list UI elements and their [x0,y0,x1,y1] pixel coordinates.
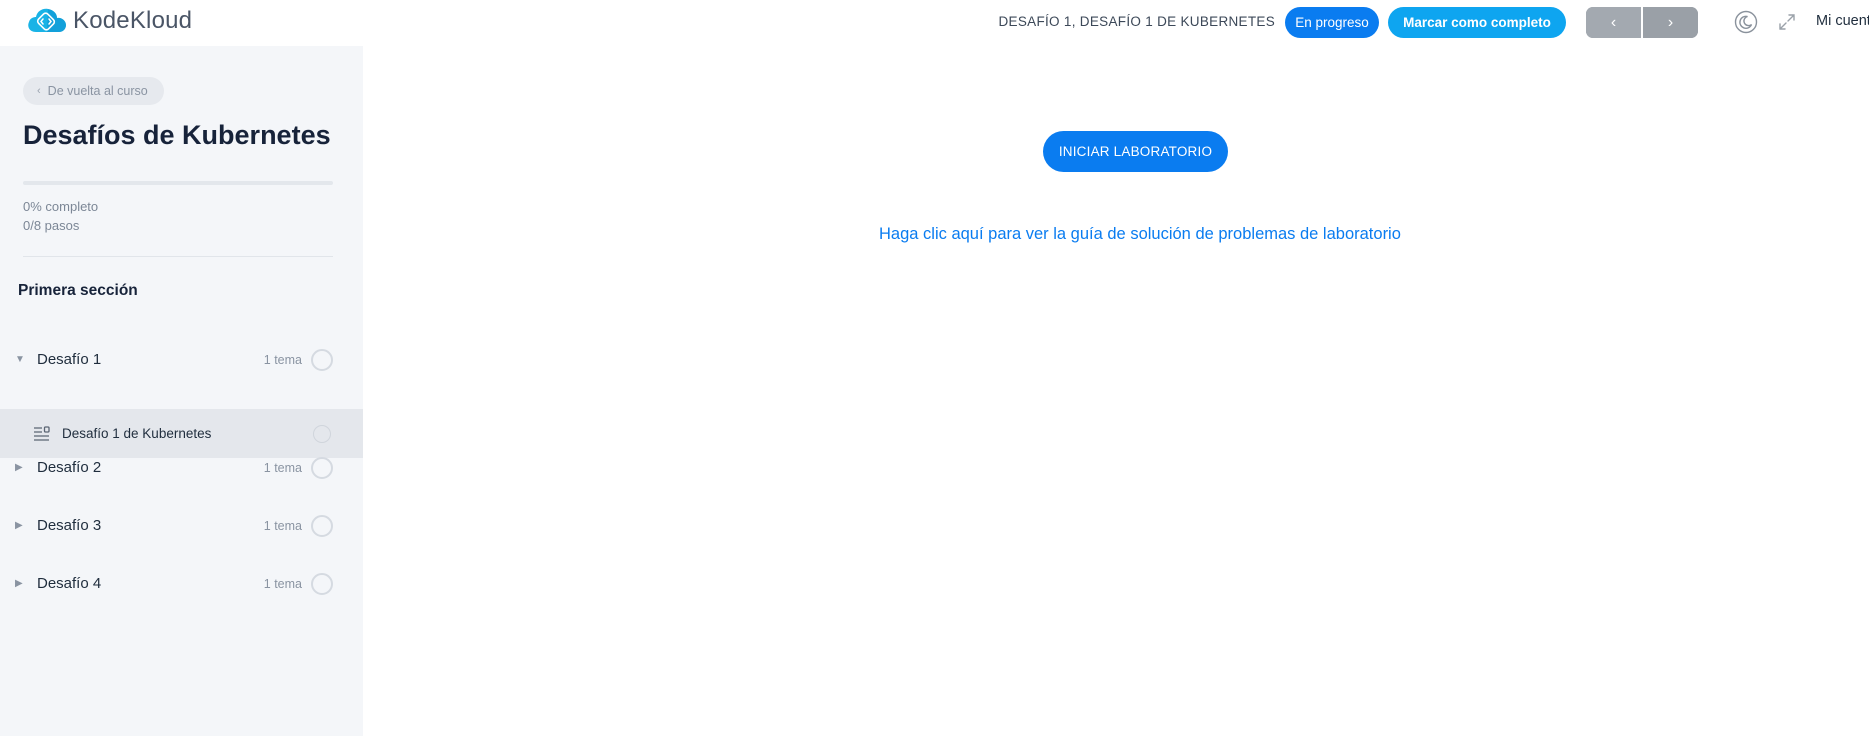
previous-lesson-button[interactable]: ‹ [1586,7,1641,38]
cloud-code-logo-icon [28,8,66,32]
lesson-navigation: ‹ › [1586,7,1698,38]
lesson-status-circle-icon[interactable] [311,348,333,371]
lesson-status-circle-icon[interactable] [311,514,333,537]
lesson-status-circle-icon[interactable] [311,456,333,479]
fullscreen-button[interactable] [1774,9,1800,35]
next-lesson-button[interactable]: › [1641,7,1698,38]
progress-steps: 0/8 pasos [23,218,80,233]
brand-logo[interactable]: KodeKloud [26,6,192,36]
caret-right-icon: ▶ [15,462,23,473]
brand-name: KodeKloud [73,7,193,34]
caret-right-icon: ▶ [15,578,23,589]
back-to-course-button[interactable]: ‹ De vuelta al curso [23,77,164,105]
troubleshooting-guide-link[interactable]: Haga clic aquí para ver la guía de soluc… [879,225,1401,244]
course-progress-bar [23,181,333,185]
topic-status-circle-icon[interactable] [313,424,331,443]
lesson-name: Desafío 3 [37,517,102,534]
expand-icon [1779,14,1795,30]
lesson-item-desafio-3[interactable]: ▶ Desafío 3 1 tema [0,501,363,550]
moon-icon [1734,10,1758,34]
caret-down-icon: ▼ [15,354,25,365]
lesson-title: DESAFÍO 1, DESAFÍO 1 DE KUBERNETES [998,14,1275,29]
lesson-name: Desafío 1 [37,351,102,368]
start-lab-button[interactable]: INICIAR LABORATORIO [1043,131,1228,172]
text-lines-icon [34,425,50,441]
lesson-topic-count: 1 tema [263,576,302,591]
top-bar: KodeKloud DESAFÍO 1, DESAFÍO 1 DE KUBERN… [0,0,1869,44]
lesson-topic-count: 1 tema [263,460,302,475]
section-title: Primera sección [18,282,138,299]
progress-percent: 0% completo [23,199,99,214]
mark-complete-button[interactable]: Marcar como completo [1388,7,1566,38]
sidebar-divider [23,256,333,257]
lesson-item-desafio-2[interactable]: ▶ Desafío 2 1 tema [0,443,363,492]
back-to-course-label: De vuelta al curso [47,84,148,98]
chevron-left-icon: ‹ [37,85,41,97]
lesson-item-desafio-1[interactable]: ▼ Desafío 1 1 tema [0,335,363,384]
lesson-item-desafio-4[interactable]: ▶ Desafío 4 1 tema [0,559,363,608]
lesson-topic-count: 1 tema [263,518,302,533]
theme-toggle-button[interactable] [1733,9,1759,35]
status-badge: En progreso [1285,7,1379,38]
caret-right-icon: ▶ [15,520,23,531]
lesson-status-circle-icon[interactable] [311,572,333,595]
lesson-topic-count: 1 tema [263,352,302,367]
course-sidebar: ‹ De vuelta al curso Desafíos de Kuberne… [0,46,363,736]
account-menu[interactable]: Mi cuent [1816,13,1869,29]
lesson-name: Desafío 4 [37,575,102,592]
lesson-name: Desafío 2 [37,459,102,476]
course-title: Desafíos de Kubernetes [23,120,331,150]
topic-name: Desafío 1 de Kubernetes [62,426,212,441]
